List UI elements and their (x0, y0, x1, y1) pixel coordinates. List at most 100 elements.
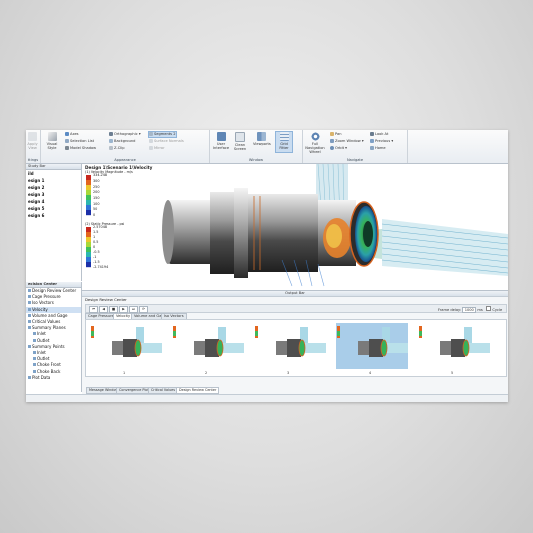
viewports-icon (256, 132, 266, 141)
tree-item-label: Inlet (37, 350, 46, 356)
axes-button[interactable]: Axes (65, 132, 79, 137)
tree-item-label: Volume and Gage (32, 312, 68, 318)
design-item[interactable]: esign 6 (26, 212, 81, 219)
pan-button[interactable]: Pan (330, 132, 342, 137)
look-at-button[interactable]: Look At (370, 132, 388, 137)
full-navigation-wheel-button[interactable]: Full Navigation Wheel (305, 132, 325, 154)
frame-delay-input[interactable]: 1000 (462, 307, 477, 313)
frame-delay: Frame delay: 1000 ms Cycle (438, 306, 503, 313)
output-bar-title: Output Bar (82, 291, 508, 297)
thumbnail-number: 3 (287, 371, 290, 375)
grid-fitter-button[interactable]: Grid Fitter (275, 131, 293, 153)
surface-normals-button[interactable]: Surface Normals (149, 139, 184, 144)
design-item[interactable]: esign 3 (26, 191, 81, 198)
selection-list-button[interactable]: Selection List (65, 139, 94, 144)
design-review-center-label: Design Review Center (85, 297, 127, 302)
shadow-icon (65, 146, 69, 150)
user-interface-button[interactable]: User Interface (213, 132, 229, 152)
result-thumbnail[interactable]: 5 (418, 323, 490, 375)
legend-value: -2.74194 (93, 265, 109, 270)
output-tab[interactable]: Critical Values (148, 387, 179, 394)
tree-node-icon (28, 375, 31, 379)
background-button[interactable]: Background (109, 139, 135, 144)
mirror-button[interactable]: Mirror (149, 146, 165, 151)
legend-swatch (86, 205, 91, 211)
tree-item-label: Design Review Center (32, 288, 77, 293)
apply-view-button[interactable]: Apply View (26, 132, 39, 152)
visual-style-button[interactable]: Visual Style (43, 132, 61, 152)
tree-item-label: Inlet (37, 331, 46, 337)
tree-item-label: Choke Front (37, 362, 61, 368)
thumbnail-image (337, 326, 408, 357)
clean-screen-button[interactable]: Clean Screen (232, 132, 248, 152)
cube-icon (47, 132, 57, 141)
design-item[interactable]: esign 1 (26, 177, 81, 184)
design-item[interactable]: esign 5 (26, 205, 81, 212)
result-thumbnail[interactable]: 2 (172, 323, 244, 375)
graphics-viewport[interactable]: Design 1\Scenario 1\Velocity (1) Velocit… (82, 164, 508, 289)
outlet-flow-field (381, 219, 508, 276)
hand-icon (330, 132, 334, 136)
tree-item-label: Velocity (32, 306, 48, 312)
playback-button[interactable]: ■ (109, 306, 118, 313)
tree-node-icon (33, 369, 36, 373)
tree-item-label: Summary Points (32, 343, 65, 349)
look-at-icon (370, 132, 374, 136)
legend-value: 0 (93, 213, 96, 218)
orbit-button[interactable]: Orbit ▾ (330, 146, 347, 151)
tree-node-icon (33, 363, 36, 367)
output-tab[interactable]: Convergence Plot (116, 387, 152, 394)
cycle-checkbox[interactable] (486, 306, 492, 311)
group-title-navigate: Navigate (346, 158, 364, 162)
design-item[interactable]: esign 2 (26, 184, 81, 191)
model-shadow-button[interactable]: Model Shadow (65, 146, 96, 151)
legend-value: 100 (93, 201, 100, 206)
tree-item-label: Cage Pressure (32, 294, 61, 300)
tree-item-label: Choke Back (37, 368, 61, 374)
previous-button[interactable]: Previous ▾ (370, 139, 393, 144)
thumbnail-image (91, 326, 162, 357)
tree-item-label: Critical Values (32, 319, 61, 325)
playback-button[interactable]: ⏮ (89, 306, 98, 313)
cfd-model-view[interactable] (82, 164, 508, 289)
home-button[interactable]: Home (370, 146, 386, 151)
result-thumbnail[interactable]: 3 (254, 323, 326, 375)
legend-value: 1 (93, 235, 96, 240)
steering-wheel-icon (310, 132, 320, 141)
result-thumbnail[interactable]: 4 (336, 323, 408, 375)
grid-icon (279, 132, 289, 141)
tree-item-label: Plot Data (32, 374, 51, 380)
legend-swatch (86, 242, 91, 248)
thumbnail-image (255, 326, 326, 357)
zoom-window-button[interactable]: Zoom Window ▾ (330, 139, 364, 144)
thumbnail-image (419, 326, 490, 357)
design-item[interactable]: ild (26, 170, 81, 177)
legend-value: 1.5 (93, 230, 99, 235)
playback-button[interactable]: ▶ (119, 306, 128, 313)
output-tab[interactable]: Design Review Center (176, 387, 220, 394)
home-icon (370, 146, 374, 150)
legend-value: 0.5 (93, 240, 99, 245)
orthographic-button[interactable]: Orthographic ▾ (109, 132, 141, 137)
output-bar: Output Bar Design Review Center ⏮ ◀ ■ ▶ ⏭ ⟳ F… (82, 290, 508, 394)
segments-button[interactable]: Segments 2 (148, 131, 177, 138)
z-clip-button[interactable]: Z-Clip (109, 146, 124, 151)
playback-button[interactable]: ◀ (99, 306, 108, 313)
playback-button[interactable]: ⏭ (129, 306, 138, 313)
result-thumbnail[interactable]: 1 (90, 323, 162, 375)
zoom-icon (330, 139, 334, 143)
viewports-button[interactable]: Viewports (253, 132, 271, 152)
legend-swatch (86, 232, 91, 238)
segments-icon (149, 132, 153, 136)
playback-button[interactable]: ⟳ (139, 306, 148, 313)
decision-center-panel: ecision Center Design Review Center Cage … (26, 282, 82, 392)
tree-node-icon (28, 295, 31, 299)
legend-swatch (86, 210, 91, 216)
group-title-settings: ttings (27, 158, 39, 162)
design-item[interactable]: esign 4 (26, 198, 81, 205)
tree-node-icon (28, 301, 31, 305)
ribbon-group-window: User Interface Clean Screen Viewports Gr… (210, 130, 303, 163)
decision-tree-item[interactable]: Plot Data (26, 375, 81, 381)
orbit-icon (330, 146, 334, 150)
tree-node-icon (28, 313, 31, 317)
